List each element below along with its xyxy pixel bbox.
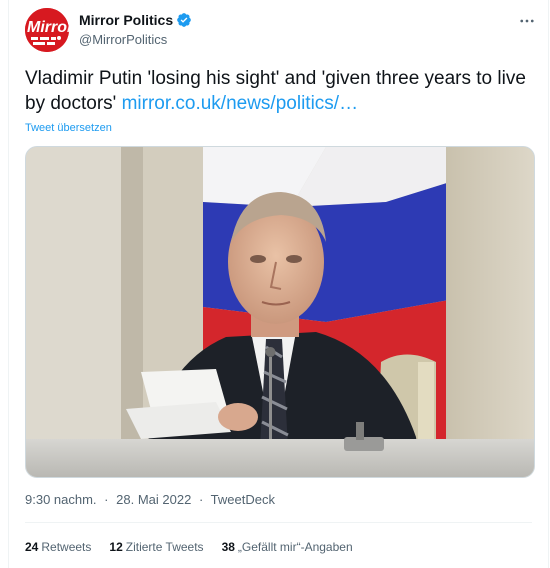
tweet-text: Vladimir Putin 'losing his sight' and 'g… [25,66,535,116]
handle[interactable]: @MirrorPolitics [79,32,192,47]
tweet-source[interactable]: TweetDeck [211,492,275,507]
retweets-stat[interactable]: 24 Retweets [25,540,91,554]
quotes-count: 12 [109,540,123,554]
translate-tweet-link[interactable]: Tweet übersetzen [25,122,112,134]
meta-separator: · [104,492,109,507]
meta-separator: · [198,492,204,507]
tweet-time[interactable]: 9:30 nachm. [25,492,97,507]
avatar-text: Mirror [27,19,69,36]
quotes-stat[interactable]: 12 Zitierte Tweets [109,540,203,554]
likes-stat[interactable]: 38 „Gefällt mir“-Angaben [222,540,353,554]
tweet-meta: 9:30 nachm. · 28. Mai 2022 · TweetDeck [25,492,275,507]
likes-count: 38 [221,540,235,554]
tweet-link[interactable]: mirror.co.uk/news/politics/… [122,93,359,114]
tweet-media-photo[interactable] [25,146,535,478]
divider [25,522,532,523]
tweet-card: Mirror Mirror Politics @MirrorPolitics V… [8,0,549,568]
tweet-stats: 24 Retweets 12 Zitierte Tweets 38 „Gefällt … [25,540,371,554]
name-row: Mirror Politics [79,11,192,29]
verified-badge-icon [177,13,191,27]
likes-label: „Gefällt mir“-Angaben [237,540,353,554]
author-block: Mirror Politics @MirrorPolitics [79,11,192,47]
quotes-label: Zitierte Tweets [125,540,204,554]
retweets-label: Retweets [41,540,92,554]
mirror-logo-icon: Mirror [25,8,69,52]
more-options-icon[interactable] [516,10,538,32]
retweets-count: 24 [25,540,39,554]
tweet-date[interactable]: 28. Mai 2022 [116,492,191,507]
photo-putin-at-desk [26,147,534,477]
display-name[interactable]: Mirror Politics [79,12,173,28]
avatar[interactable]: Mirror [25,8,69,52]
more-dots-icon [520,19,534,23]
